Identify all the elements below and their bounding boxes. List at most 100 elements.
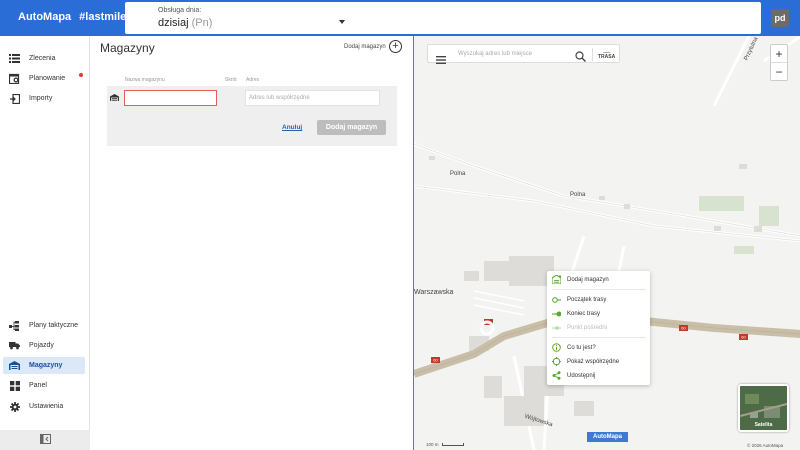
column-header-address: Adres <box>246 77 260 83</box>
road-number-label: 60 <box>486 320 491 325</box>
warehouse-add-icon <box>552 275 561 284</box>
notification-dot <box>79 73 83 77</box>
sidebar-item-zlecenia[interactable]: Zlecenia <box>3 50 85 67</box>
sidebar-item-pojazdy[interactable]: Pojazdy <box>3 337 85 354</box>
menu-icon[interactable] <box>436 51 446 69</box>
zoom-out-button[interactable]: − <box>771 63 787 81</box>
divider <box>592 48 593 61</box>
collapse-sidebar-button[interactable] <box>0 430 90 450</box>
brand-tag: #lastmile <box>79 11 127 23</box>
tactical-plan-icon <box>9 320 20 331</box>
menu-item-label: Dodaj magazyn <box>567 276 609 283</box>
warehouse-icon <box>9 360 20 371</box>
sidebar-item-planowanie[interactable]: Planowanie <box>3 70 85 87</box>
street-label: Warszawska <box>414 289 454 296</box>
sidebar-item-label: Ustawienia <box>29 403 64 410</box>
sidebar-item-ustawienia[interactable]: Ustawienia <box>3 398 85 415</box>
road-number-label: 60 <box>433 358 438 363</box>
zoom-in-button[interactable]: + <box>771 45 787 63</box>
planning-icon <box>9 73 20 84</box>
map-scale-bar <box>441 443 464 447</box>
map-scale: 100 m <box>426 442 464 447</box>
day-selector[interactable]: Obsługa dnia: dzisiaj (Pn) <box>125 2 761 34</box>
sidebar-item-label: Zlecenia <box>29 55 56 62</box>
map-logo: AutoMapa <box>587 432 628 442</box>
map-context-menu: Dodaj magazyn Początek trasy Koniec tras… <box>547 271 650 385</box>
list-icon <box>9 53 20 64</box>
brand-logo[interactable]: AutoMapa #lastmile <box>18 11 126 23</box>
warehouse-icon <box>110 94 119 101</box>
menu-item-label: Koniec trasy <box>567 310 601 317</box>
menu-item-share[interactable]: Udostępnij <box>547 369 650 382</box>
menu-item-whats-here[interactable]: Co tu jest? <box>547 341 650 354</box>
menu-item-label: Punkt pośredni <box>567 324 608 331</box>
dashboard-icon <box>9 380 20 391</box>
warehouse-address-input[interactable]: Adres lub współrzędne <box>245 90 380 106</box>
day-value-weekday: (Pn) <box>191 17 213 29</box>
menu-item-waypoint: Punkt pośredni <box>547 321 650 334</box>
column-header-short: Skrót <box>225 77 237 83</box>
map-copyright: © 2026 AutoMapa <box>747 443 784 448</box>
sidebar: Zlecenia Planowanie Importy Plany taktyc… <box>0 36 90 450</box>
crosshair-icon <box>552 357 561 366</box>
truck-icon <box>9 340 20 351</box>
add-warehouse-link[interactable]: Dodaj magazyn <box>344 44 386 50</box>
sidebar-item-magazyny[interactable]: Magazyny <box>3 357 85 374</box>
top-bar: AutoMapa #lastmile Obsługa dnia: dzisiaj … <box>0 0 800 36</box>
road-number-label: 60 <box>741 335 746 340</box>
menu-item-route-start[interactable]: Początek trasy <box>547 293 650 306</box>
day-label: Obsługa dnia: <box>158 7 202 14</box>
brand-name: AutoMapa <box>18 11 72 23</box>
page-title: Magazyny <box>100 41 155 55</box>
map-search-bar: Wyszukaj adres lub miejsce ━━━ TRASA <box>427 44 620 64</box>
menu-divider <box>552 337 646 338</box>
cancel-button[interactable]: Anuluj <box>282 124 302 131</box>
day-value: dzisiaj (Pn) <box>158 17 212 29</box>
menu-item-label: Udostępnij <box>567 372 596 379</box>
route-label: TRASA <box>598 54 616 60</box>
waypoint-icon <box>552 323 561 332</box>
menu-item-show-coordinates[interactable]: Pokaż współrzędne <box>547 355 650 368</box>
route-button[interactable]: ━━━ TRASA <box>598 51 616 60</box>
sidebar-item-label: Plany taktyczne <box>29 322 79 329</box>
add-warehouse-button[interactable]: + <box>389 40 402 53</box>
map-view[interactable]: 60 60 60 60 Polna Polna Warszawska Wójtowsk… <box>413 36 800 450</box>
avatar[interactable]: pd <box>771 9 789 27</box>
import-icon <box>9 93 20 104</box>
menu-item-label: Pokaż współrzędne <box>567 358 620 365</box>
map-scale-label: 100 m <box>426 442 439 447</box>
sidebar-item-label: Importy <box>29 95 53 102</box>
menu-divider <box>552 289 646 290</box>
menu-item-label: Co tu jest? <box>567 344 596 351</box>
plus-icon: + <box>392 40 399 52</box>
search-icon[interactable] <box>575 49 586 67</box>
route-start-icon <box>552 295 561 304</box>
sidebar-item-importy[interactable]: Importy <box>3 90 85 107</box>
sidebar-item-panel[interactable]: Panel <box>3 377 85 394</box>
menu-item-label: Początek trasy <box>567 296 607 303</box>
day-value-text: dzisiaj <box>158 17 189 29</box>
main-content: Magazyny Dodaj magazyn + Nazwa magazynu … <box>90 36 413 450</box>
warehouse-name-input[interactable] <box>124 90 217 106</box>
satellite-toggle-button[interactable]: Satelita <box>738 384 789 432</box>
map-search-input[interactable]: Wyszukaj adres lub miejsce <box>458 51 532 57</box>
street-label: Polna <box>570 192 586 198</box>
sidebar-item-label: Pojazdy <box>29 342 54 349</box>
collapse-icon <box>39 431 51 449</box>
sidebar-item-label: Planowanie <box>29 75 66 82</box>
menu-item-add-warehouse[interactable]: Dodaj magazyn <box>547 273 650 286</box>
street-label: Polna <box>450 171 466 177</box>
route-end-icon <box>552 309 561 318</box>
chevron-down-icon[interactable] <box>339 20 345 24</box>
info-icon <box>552 343 561 352</box>
sidebar-item-label: Magazyny <box>29 362 63 369</box>
submit-warehouse-button[interactable]: Dodaj magazyn <box>317 120 386 135</box>
add-warehouse-form: Adres lub współrzędne Anuluj Dodaj magaz… <box>107 86 397 146</box>
column-header-name: Nazwa magazynu <box>125 77 165 83</box>
road-number-label: 60 <box>681 326 686 331</box>
share-icon <box>552 371 561 380</box>
satellite-label: Satelita <box>754 422 773 428</box>
sidebar-item-plany-taktyczne[interactable]: Plany taktyczne <box>3 317 85 334</box>
gear-icon <box>9 401 20 412</box>
menu-item-route-end[interactable]: Koniec trasy <box>547 307 650 320</box>
